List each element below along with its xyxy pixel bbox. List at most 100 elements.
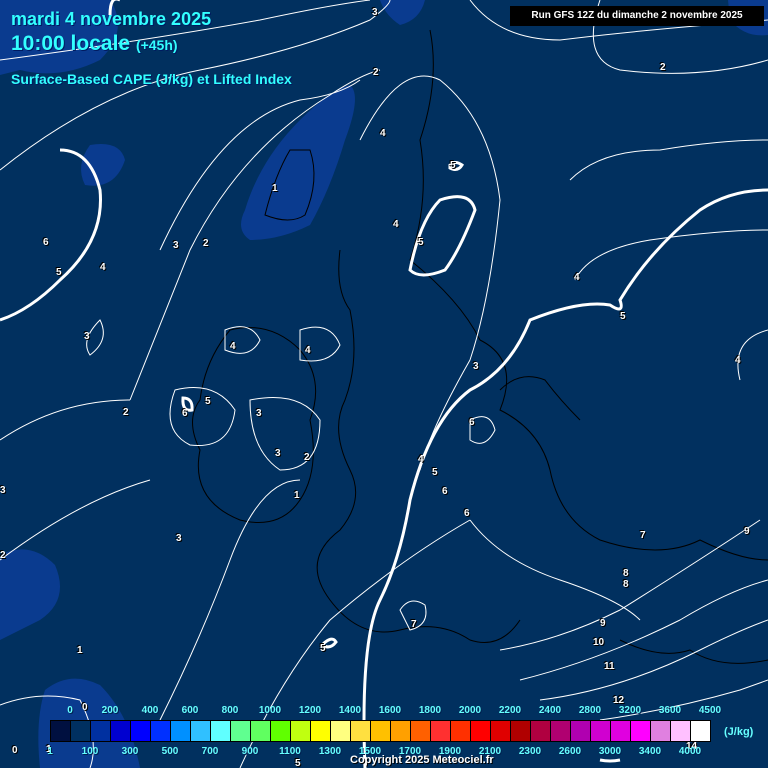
legend-swatch	[391, 721, 411, 741]
contour-label: 7	[640, 530, 646, 541]
copyright: Copyright 2025 Meteociel.fr	[350, 754, 494, 766]
legend-swatch	[511, 721, 531, 741]
legend-label-bottom: 500	[161, 746, 179, 757]
contour-label: 2	[304, 452, 310, 463]
legend-label-bottom: 3400	[638, 746, 662, 757]
contour-label: 6	[182, 408, 188, 419]
contour-label: 3	[275, 448, 281, 459]
contour-label: 2	[123, 407, 129, 418]
legend-label-top: 200	[101, 705, 119, 716]
contour-label: 4	[418, 454, 424, 465]
contour-label: 5	[620, 311, 626, 322]
contour-label: 5	[56, 267, 62, 278]
legend-swatch	[531, 721, 551, 741]
legend-swatch	[111, 721, 131, 741]
legend-swatch	[371, 721, 391, 741]
lead-time: (+45h)	[135, 37, 178, 53]
legend-swatch	[291, 721, 311, 741]
legend-label-top: 800	[221, 705, 239, 716]
legend-swatch	[311, 721, 331, 741]
legend-swatch	[651, 721, 671, 741]
contour-label: 3	[256, 408, 262, 419]
contour-label: 5	[432, 467, 438, 478]
legend-label-top: 3200	[618, 705, 642, 716]
legend-label-top: 1800	[418, 705, 442, 716]
legend-unit: (J/kg)	[724, 726, 754, 738]
contour-label: 3	[84, 331, 90, 342]
contour-label: 2	[0, 550, 6, 561]
contour-label: 1	[294, 490, 300, 501]
cape-color-legend	[50, 720, 711, 742]
contour-label: 3	[0, 485, 6, 496]
legend-swatch	[71, 721, 91, 741]
forecast-date: mardi 4 novembre 2025	[11, 9, 212, 29]
legend-label-bottom: 700	[201, 746, 219, 757]
legend-swatch	[551, 721, 571, 741]
lifted-index-contours	[0, 0, 768, 768]
cape-patch	[241, 85, 355, 240]
legend-swatch	[151, 721, 171, 741]
legend-label-top: 0	[67, 705, 73, 716]
contour-label: 8	[623, 568, 629, 579]
contour-label: 8	[623, 579, 629, 590]
cape-map: 3224554165432454344533263165643710578899…	[0, 0, 768, 768]
legend-swatch	[351, 721, 371, 741]
legend-label-bottom: 2300	[518, 746, 542, 757]
legend-label-bottom: 300	[121, 746, 139, 757]
contour-label: 3	[173, 240, 179, 251]
legend-label-bottom: 1300	[318, 746, 342, 757]
contour-label: 4	[735, 355, 741, 366]
contour-label: 3	[176, 533, 182, 544]
contour-label: 2	[660, 62, 666, 73]
legend-label-bottom: 1	[47, 746, 53, 757]
contour-label: 2	[203, 238, 209, 249]
legend-label-top: 1200	[298, 705, 322, 716]
legend-swatch	[171, 721, 191, 741]
legend-label-top: 2000	[458, 705, 482, 716]
legend-label-top: 1400	[338, 705, 362, 716]
contour-label: 1	[272, 183, 278, 194]
contour-label: 7	[411, 619, 417, 630]
legend-label-top: 1000	[258, 705, 282, 716]
contour-label: 4	[380, 128, 386, 139]
legend-swatch	[691, 721, 710, 741]
contour-label: 0	[82, 702, 88, 713]
legend-swatch	[131, 721, 151, 741]
legend-swatch	[431, 721, 451, 741]
run-info: Run GFS 12Z du dimanche 2 novembre 2025	[510, 6, 764, 26]
contour-label: 2	[373, 67, 379, 78]
legend-swatch	[631, 721, 651, 741]
contour-label: 3	[372, 7, 378, 18]
contour-label: 6	[469, 417, 475, 428]
legend-label-top: 600	[181, 705, 199, 716]
contour-label: 4	[574, 272, 580, 283]
legend-label-top: 3600	[658, 705, 682, 716]
contour-label: 6	[43, 237, 49, 248]
legend-label-bottom: 3000	[598, 746, 622, 757]
legend-swatch	[251, 721, 271, 741]
parameter-title: Surface-Based CAPE (J/kg) et Lifted Inde…	[11, 71, 292, 87]
contour-label: 6	[442, 486, 448, 497]
legend-label-top: 2800	[578, 705, 602, 716]
contour-label: 3	[473, 361, 479, 372]
legend-label-bottom: 4000	[678, 746, 702, 757]
legend-swatch	[411, 721, 431, 741]
contour-label: 5	[320, 643, 326, 654]
legend-swatch	[331, 721, 351, 741]
legend-label-top: 1600	[378, 705, 402, 716]
legend-swatch	[591, 721, 611, 741]
contour-label: 4	[393, 219, 399, 230]
local-time: 10:00 locale	[11, 32, 131, 55]
legend-label-top: 4500	[698, 705, 722, 716]
lifted-index-zero-contours	[0, 0, 768, 768]
contour-label: 5	[205, 396, 211, 407]
legend-swatch	[451, 721, 471, 741]
legend-label-bottom: 1100	[279, 746, 301, 757]
legend-swatch	[671, 721, 691, 741]
cape-patch	[0, 549, 60, 640]
legend-label-top: 2400	[538, 705, 562, 716]
legend-swatch	[491, 721, 511, 741]
contour-label: 1	[77, 645, 83, 656]
legend-swatch	[231, 721, 251, 741]
forecast-time: 10:00 locale (+45h)	[11, 32, 178, 56]
